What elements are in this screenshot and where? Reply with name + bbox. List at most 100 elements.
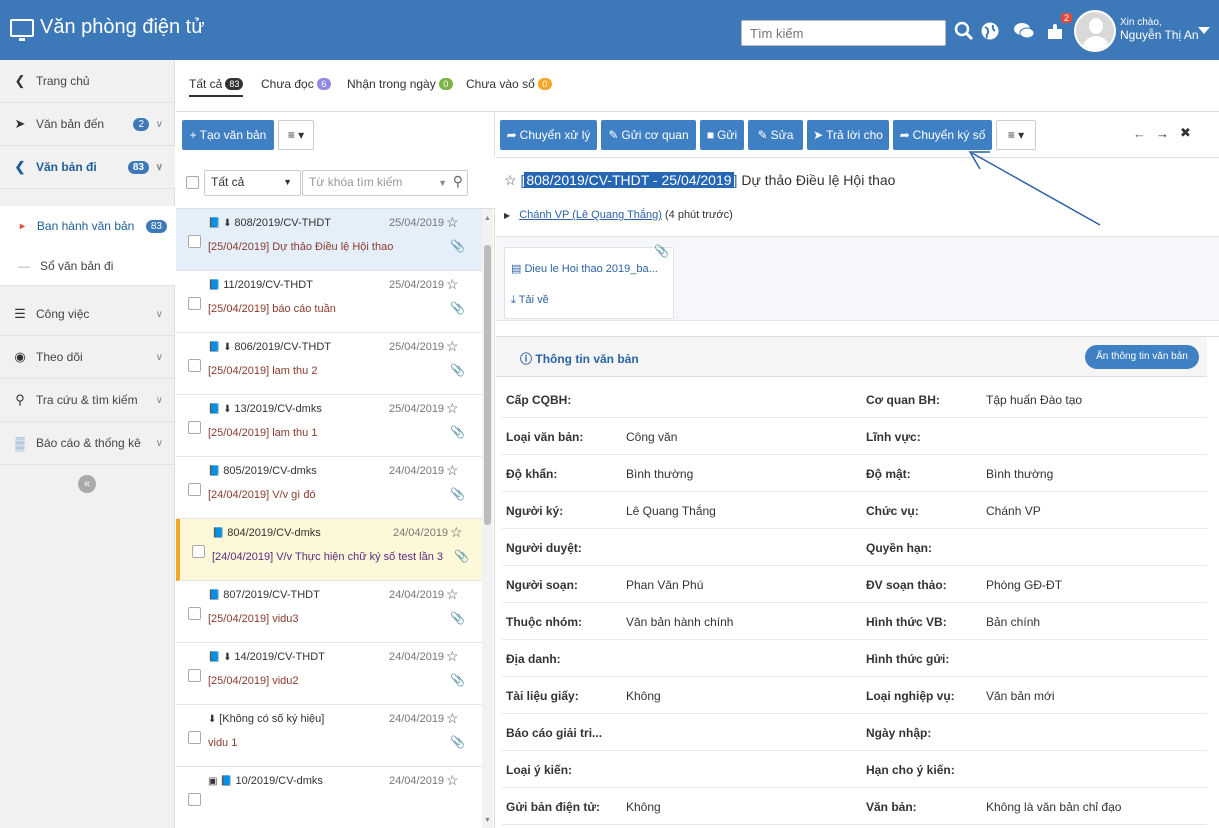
star-icon[interactable]: ☆ <box>446 214 459 231</box>
sidebar-item-issue-docs[interactable]: ► Ban hành văn bản 83 <box>0 206 175 246</box>
list-item[interactable]: 📘 ⬇ 13/2019/CV-dmks 25/04/2019 ☆ [25/04/201… <box>176 395 483 457</box>
home-icon: ❮ <box>14 73 26 88</box>
list-item[interactable]: ▣ 📘 10/2019/CV-dmks 24/04/2019 ☆ <box>176 767 483 828</box>
sidebar-item-tasks[interactable]: ☰ Công việc ∨ <box>0 293 175 336</box>
star-icon[interactable]: ☆ <box>446 338 459 355</box>
more-actions-button[interactable]: ≡ ▾ <box>996 120 1036 150</box>
search-icon[interactable] <box>952 19 976 43</box>
user-menu-caret-icon[interactable] <box>1198 27 1210 34</box>
star-icon[interactable]: ☆ <box>450 524 463 541</box>
sidebar-item-reports[interactable]: ▒ Báo cáo & thống kê ∨ <box>0 422 175 465</box>
star-icon[interactable]: ☆ <box>446 586 459 603</box>
user-greeting[interactable]: Xin chào, Nguyễn Thị An <box>1120 17 1199 41</box>
list-item[interactable]: 📘 ⬇ 808/2019/CV-THDT 25/04/2019 ☆ [25/04/20… <box>176 209 483 271</box>
star-icon[interactable]: ☆ <box>446 772 459 789</box>
row-code-line: 📘 ⬇ 808/2019/CV-THDT <box>208 217 331 229</box>
row-checkbox[interactable] <box>188 607 201 620</box>
tab-all[interactable]: Tất cả 83 <box>189 77 244 97</box>
star-icon[interactable]: ☆ <box>446 648 459 665</box>
row-checkbox[interactable] <box>188 793 201 806</box>
puzzle-notification-icon[interactable]: 2 <box>1044 13 1072 43</box>
issue-count-badge: 83 <box>145 219 167 233</box>
row-checkbox[interactable] <box>188 359 201 372</box>
filter-select[interactable]: Tất cả ▼ <box>204 170 301 196</box>
star-icon[interactable]: ☆ <box>446 710 459 727</box>
row-checkbox[interactable] <box>188 421 201 434</box>
sidebar-item-outgoing-book[interactable]: — Sổ văn bản đi <box>0 246 175 286</box>
sidebar-item-label: Báo cáo & thống kê <box>36 436 141 450</box>
document-type-icon: 📘 ⬇ <box>208 404 235 415</box>
tab-not-booked[interactable]: Chưa vào sổ 0 <box>466 77 552 95</box>
info-label: Quyền hạn: <box>866 541 933 555</box>
star-icon[interactable]: ☆ <box>446 400 459 417</box>
scroll-down-icon[interactable]: ▼ <box>484 817 491 824</box>
tab-label: Chưa đọc <box>261 77 314 91</box>
keyword-input[interactable]: Từ khóa tìm kiếm ▼ ⚲ <box>302 170 468 196</box>
row-checkbox[interactable] <box>188 235 201 248</box>
list-item[interactable]: 📘 807/2019/CV-THDT 24/04/2019 ☆ [25/04/2019… <box>176 581 483 643</box>
app-brand[interactable]: Văn phòng điện tử <box>10 16 205 41</box>
search-icon[interactable]: ⚲ <box>453 173 463 190</box>
hide-info-button[interactable]: Ẩn thông tin văn bản <box>1085 345 1199 369</box>
expand-icon[interactable]: ✖ <box>1180 125 1191 141</box>
create-document-button[interactable]: + Tạo văn bản <box>182 120 274 150</box>
scroll-up-icon[interactable]: ▲ <box>484 215 491 222</box>
list-scrollbar[interactable]: ▲ ▼ <box>482 209 493 828</box>
sidebar-item-label: Sổ văn bản đi <box>40 258 114 273</box>
list-item[interactable]: 📘 805/2019/CV-dmks 24/04/2019 ☆ [24/04/2019… <box>176 457 483 519</box>
list-item[interactable]: 📘 804/2019/CV-dmks 24/04/2019 ☆ [24/04/2019… <box>176 519 483 581</box>
tab-today[interactable]: Nhận trong ngày 0 <box>347 77 453 95</box>
row-checkbox[interactable] <box>192 545 205 558</box>
share-icon: ➦ <box>506 128 517 142</box>
sender-link[interactable]: Chánh VP (Lê Quang Thắng) <box>519 209 662 221</box>
next-icon[interactable]: → <box>1156 126 1169 141</box>
row-checkbox[interactable] <box>188 483 201 496</box>
sidebar-item-outgoing[interactable]: ❮ Văn bản đi 83 ∨ <box>0 146 175 189</box>
list-item[interactable]: 📘 ⬇ 14/2019/CV-THDT 24/04/2019 ☆ [25/04/201… <box>176 643 483 705</box>
document-info-panel: ⓘ Thông tin văn bản Ẩn thông tin văn bản… <box>496 336 1219 828</box>
chat-icon[interactable] <box>1012 19 1036 43</box>
collapse-sidebar-icon[interactable]: « <box>78 475 96 493</box>
search-input[interactable] <box>742 21 945 45</box>
sidebar-item-label: Tra cứu & tìm kiếm <box>36 393 138 407</box>
row-checkbox[interactable] <box>188 731 201 744</box>
filter-bar: Tất cả ▼ Từ khóa tìm kiếm ▼ ⚲ <box>176 157 495 209</box>
caret-right-icon[interactable]: ▶ <box>504 211 510 220</box>
document-code: 14/2019/CV-THDT <box>234 651 325 663</box>
sidebar-item-incoming[interactable]: ➤ Văn bản đến 2 ∨ <box>0 103 175 146</box>
sidebar-item-home[interactable]: ❮ Trang chủ <box>0 60 175 103</box>
list-item[interactable]: 📘 11/2019/CV-THDT 25/04/2019 ☆ [25/04/2019]… <box>176 271 483 333</box>
document-type-icon: 📘 <box>212 528 228 539</box>
star-icon[interactable]: ☆ <box>446 276 459 293</box>
sidebar-item-search[interactable]: ⚲ Tra cứu & tìm kiếm ∨ <box>0 379 175 422</box>
forward-process-button[interactable]: ➦ Chuyển xử lý <box>500 120 597 150</box>
star-icon[interactable]: ☆ <box>446 462 459 479</box>
row-checkbox[interactable] <box>188 669 201 682</box>
search-box[interactable] <box>741 20 946 46</box>
scrollbar-thumb[interactable] <box>484 245 491 525</box>
select-all-checkbox[interactable] <box>186 176 199 189</box>
tab-unread[interactable]: Chưa đọc 6 <box>261 77 331 95</box>
globe-icon[interactable] <box>978 19 1002 43</box>
star-icon[interactable]: ☆ <box>504 172 517 188</box>
attachment-card[interactable]: 📎 ▤ Dieu le Hoi thao 2019_ba... ⤓ Tải về <box>504 244 674 319</box>
send-agency-button[interactable]: ✎ Gửi cơ quan <box>601 120 696 150</box>
send-button[interactable]: ■ Gửi <box>700 120 744 150</box>
row-title: [24/04/2019] V/v Thực hiện chữ ký số tes… <box>212 551 443 563</box>
edit-button[interactable]: ✎ Sửa <box>748 120 803 150</box>
prev-icon[interactable]: ← <box>1133 126 1146 141</box>
download-link[interactable]: ⤓ Tải về <box>511 294 549 307</box>
sidebar-item-watch[interactable]: ◉ Theo dõi ∨ <box>0 336 175 379</box>
list-item[interactable]: 📘 ⬇ 806/2019/CV-THDT 25/04/2019 ☆ [25/04/20… <box>176 333 483 395</box>
info-label: Người soạn: <box>506 578 578 592</box>
sign-forward-button[interactable]: ➦ Chuyển ký số <box>893 120 992 150</box>
row-checkbox[interactable] <box>188 297 201 310</box>
reply-button[interactable]: ➤ Trả lời cho <box>807 120 889 150</box>
avatar[interactable] <box>1074 10 1116 52</box>
paperclip-icon: 📎 <box>450 487 465 501</box>
menu-icon: ≡ ▾ <box>287 128 305 142</box>
list-item[interactable]: ⬇ [Không có số ký hiệu] 24/04/2019 ☆ vidu 1… <box>176 705 483 767</box>
info-label: Lĩnh vực: <box>866 430 921 444</box>
list-menu-button[interactable]: ≡ ▾ <box>278 120 314 150</box>
attachment-name-row[interactable]: ▤ Dieu le Hoi thao 2019_ba... <box>511 262 658 275</box>
